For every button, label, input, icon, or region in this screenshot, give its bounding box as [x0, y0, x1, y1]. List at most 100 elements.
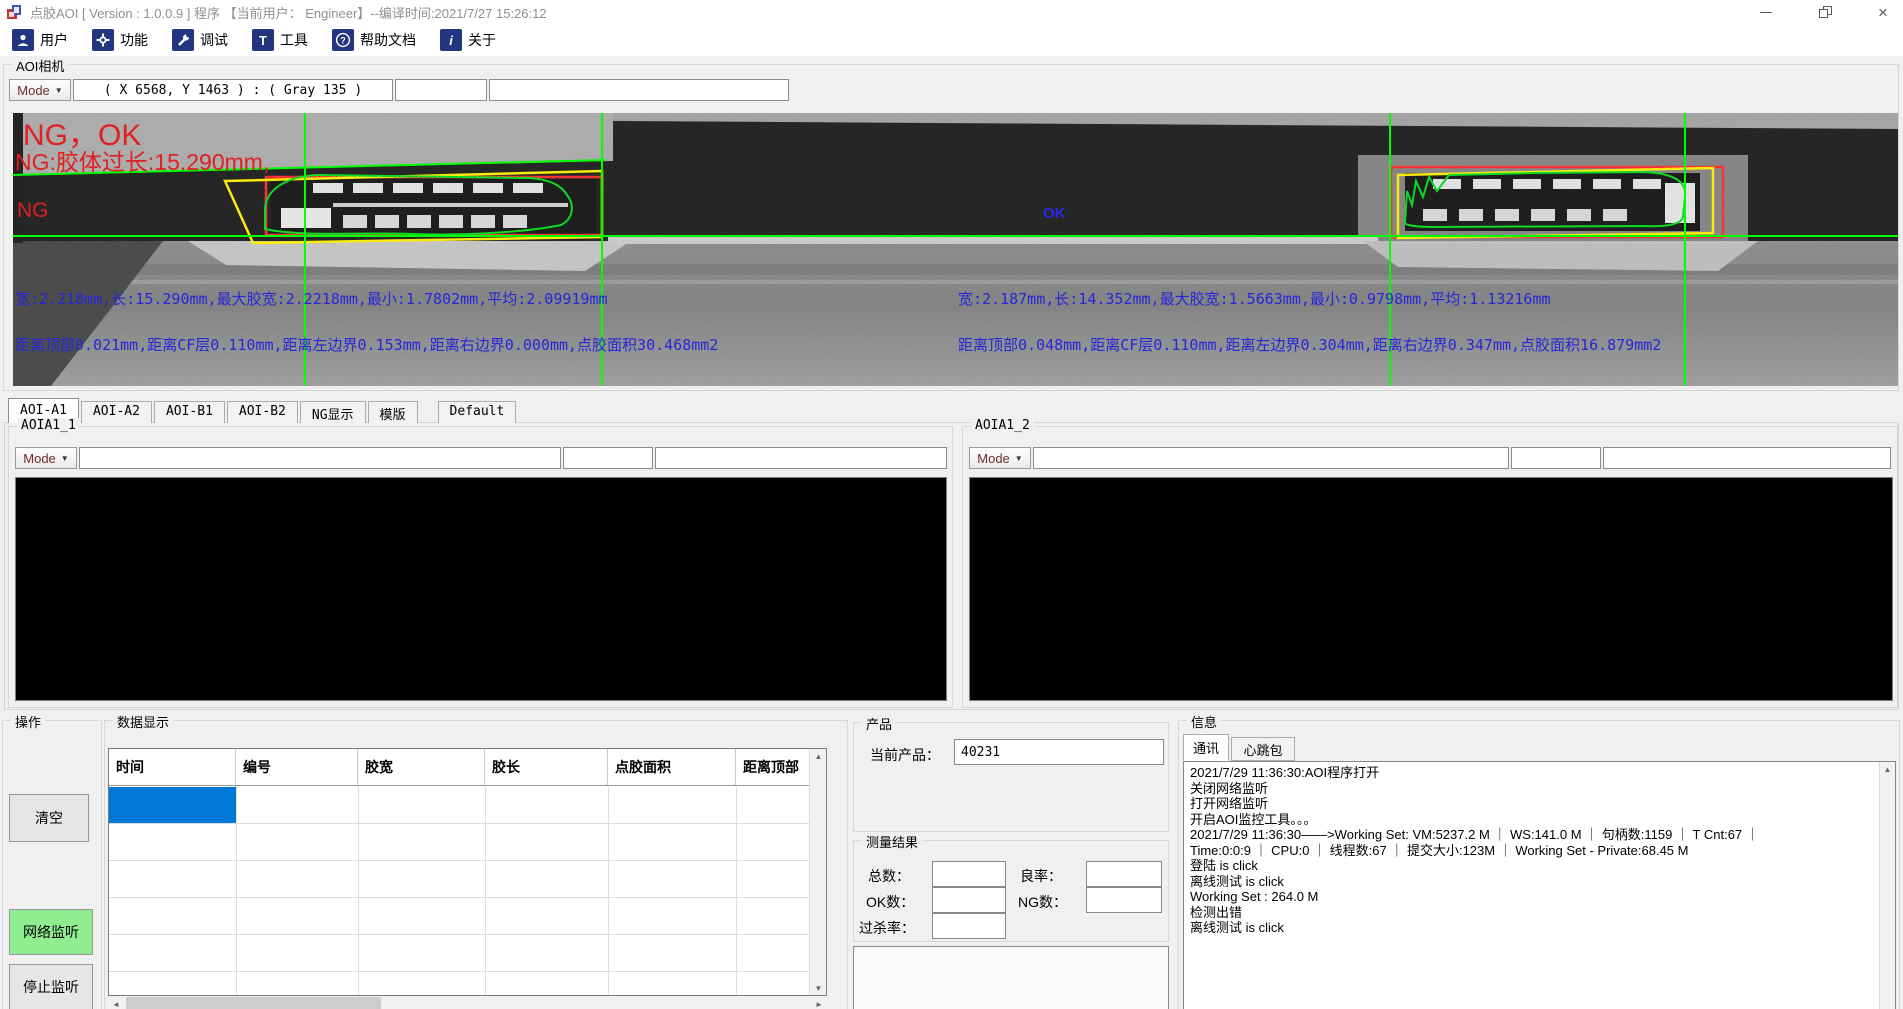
minimize-button[interactable]	[1749, 0, 1783, 24]
stop-listen-button[interactable]: 停止监听	[9, 964, 93, 1009]
camera-image[interactable]: NG，OK NG:胶体过长:15.290mm, NG OK 宽:2.218mm,…	[13, 113, 1898, 386]
camera-mode-dropdown[interactable]: Mode▼	[9, 79, 71, 101]
tab-template[interactable]: 模版	[368, 401, 418, 423]
ng-preview-box	[853, 946, 1169, 1009]
network-listen-button[interactable]: 网络监听	[9, 909, 93, 955]
log-line: 2021/7/29 11:36:30:AOI程序打开	[1190, 765, 1870, 781]
scroll-up-icon[interactable]: ▲	[810, 749, 827, 763]
tab-ng-display[interactable]: NG显示	[300, 401, 366, 423]
aoia1-1-field-1	[79, 447, 561, 469]
toolbar-label-help: 帮助文档	[360, 30, 416, 50]
log-line: 2021/7/29 11:36:30——>Working Set: VM:523…	[1190, 827, 1870, 843]
total-field[interactable]	[932, 861, 1006, 887]
log-line: 关闭网络监听	[1190, 781, 1870, 797]
toolbar-item-about[interactable]: i 关于	[440, 29, 496, 51]
close-button[interactable]: ×	[1866, 0, 1900, 24]
help-icon: ?	[332, 29, 354, 51]
right-stats-line1: 宽:2.187mm,长:14.352mm,最大胶宽:1.5663mm,最小:0.…	[958, 290, 1551, 308]
log-line: Time:0:0:9 ｜ CPU:0 ｜ 线程数:67 ｜ 提交大小:123M …	[1190, 843, 1870, 859]
ng-count-field[interactable]	[1086, 887, 1162, 913]
aoia1-1-mode-label: Mode	[23, 451, 56, 466]
left-stats-line1: 宽:2.218mm,长:15.290mm,最大胶宽:2.2218mm,最小:1.…	[15, 290, 608, 308]
data-table[interactable]: 时间 编号 胶宽 胶长 点胶面积 距离顶部 ▲ ▼	[108, 748, 827, 996]
toolbar-item-help[interactable]: ? 帮助文档	[332, 29, 416, 51]
camera-cursor-readout: ( X 6568, Y 1463 ) : ( Gray 135 )	[73, 79, 393, 101]
product-group: 产品 当前产品：	[853, 722, 1169, 832]
table-vertical-scrollbar[interactable]: ▲ ▼	[809, 749, 826, 995]
aoia1-2-mode-dropdown[interactable]: Mode▼	[969, 447, 1031, 469]
data-display-group: 数据显示 时间 编号 胶宽 胶长 点胶面积 距离顶部 ▲ ▼ ◄ ►	[104, 720, 848, 1009]
log-line: 检测出错	[1190, 905, 1870, 921]
hscroll-thumb[interactable]	[126, 997, 381, 1009]
toolbar-label-user: 用户	[40, 30, 68, 50]
current-product-input[interactable]	[954, 739, 1164, 765]
yield-field[interactable]	[1086, 861, 1162, 887]
ok-count-field[interactable]	[932, 887, 1006, 913]
tab-aoi-b2[interactable]: AOI-B2	[227, 401, 298, 423]
restore-button[interactable]	[1808, 0, 1842, 24]
log-line: 开启AOI监控工具。。。	[1190, 812, 1870, 828]
log-line: Working Set : 264.0 M	[1190, 889, 1870, 905]
wrench-icon	[172, 29, 194, 51]
aoia1-1-mode-dropdown[interactable]: Mode▼	[15, 447, 77, 469]
total-label: 总数：	[868, 866, 910, 886]
tab-heartbeat[interactable]: 心跳包	[1231, 737, 1295, 761]
camera-field-3	[489, 79, 789, 101]
toolbar-item-user[interactable]: 用户	[12, 29, 68, 51]
overlay-ok-label: OK	[1043, 205, 1066, 222]
scroll-left-icon[interactable]: ◄	[108, 997, 124, 1009]
gear-icon	[92, 29, 114, 51]
chevron-down-icon: ▼	[1015, 454, 1023, 463]
aoia1-1-image-panel[interactable]	[15, 477, 947, 701]
aoia1-1-field-2	[563, 447, 653, 469]
scroll-right-icon[interactable]: ►	[811, 997, 827, 1009]
toolbar-label-function: 功能	[120, 30, 148, 50]
selected-cell[interactable]	[109, 787, 236, 823]
aoia1-1-field-3	[655, 447, 947, 469]
tab-comm[interactable]: 通讯	[1183, 734, 1229, 761]
scroll-down-icon[interactable]: ▼	[810, 981, 827, 995]
tab-aoi-a2[interactable]: AOI-A2	[81, 401, 152, 423]
table-horizontal-scrollbar[interactable]: ◄ ►	[108, 997, 827, 1009]
column-header-glue-area[interactable]: 点胶面积	[608, 749, 736, 785]
column-header-time[interactable]: 时间	[109, 749, 236, 785]
app-icon	[6, 4, 22, 20]
tab-aoi-b1[interactable]: AOI-B1	[154, 401, 225, 423]
log-line: 离线测试 is click	[1190, 874, 1870, 890]
aoia1-2-field-2	[1511, 447, 1601, 469]
log-scrollbar[interactable]: ▲	[1879, 762, 1895, 1009]
ng-count-label: NG数：	[1018, 892, 1067, 912]
results-group: 测量结果 总数： 良率： OK数： NG数： 过杀率：	[853, 840, 1169, 942]
chevron-down-icon: ▼	[55, 86, 63, 95]
camera-group: AOI相机 Mode▼ ( X 6568, Y 1463 ) : ( Gray …	[3, 64, 1899, 391]
overlay-ng-label: NG	[17, 199, 49, 222]
panel-aoia1-1: AOIA1_1 Mode▼	[8, 426, 953, 708]
about-icon: i	[440, 29, 462, 51]
comm-log-area[interactable]: 2021/7/29 11:36:30:AOI程序打开 关闭网络监听 打开网络监听…	[1183, 761, 1896, 1009]
column-header-dist-top[interactable]: 距离顶部	[736, 749, 810, 785]
panel-aoia1-2-label: AOIA1_2	[971, 418, 1034, 433]
tab-default[interactable]: Default	[438, 401, 517, 423]
results-group-label: 测量结果	[862, 832, 922, 851]
user-icon	[12, 29, 34, 51]
overkill-field[interactable]	[932, 913, 1006, 939]
comm-log-text: 2021/7/29 11:36:30:AOI程序打开 关闭网络监听 打开网络监听…	[1190, 765, 1870, 936]
main-toolbar: 用户 功能 调试 T 工具 ? 帮助文档 i 关于	[0, 24, 1903, 56]
toolbar-item-debug[interactable]: 调试	[172, 29, 228, 51]
window-title: 点胶AOI [ Version : 1.0.0.9 ] 程序 【当前用户： En…	[30, 3, 547, 22]
scroll-up-icon[interactable]: ▲	[1880, 762, 1895, 776]
toolbar-label-tools: 工具	[280, 30, 308, 50]
column-header-id[interactable]: 编号	[236, 749, 358, 785]
aoia1-2-field-1	[1033, 447, 1509, 469]
aoia1-2-image-panel[interactable]	[969, 477, 1893, 701]
column-header-glue-length[interactable]: 胶长	[485, 749, 608, 785]
toolbar-item-tools[interactable]: T 工具	[252, 29, 308, 51]
column-header-glue-width[interactable]: 胶宽	[358, 749, 485, 785]
current-product-label: 当前产品：	[870, 745, 940, 765]
toolbar-item-function[interactable]: 功能	[92, 29, 148, 51]
yield-label: 良率：	[1020, 866, 1062, 886]
toolbar-label-about: 关于	[468, 30, 496, 50]
clear-button[interactable]: 清空	[9, 794, 89, 842]
data-display-group-label: 数据显示	[113, 712, 173, 731]
title-bar: 点胶AOI [ Version : 1.0.0.9 ] 程序 【当前用户： En…	[0, 0, 1903, 24]
